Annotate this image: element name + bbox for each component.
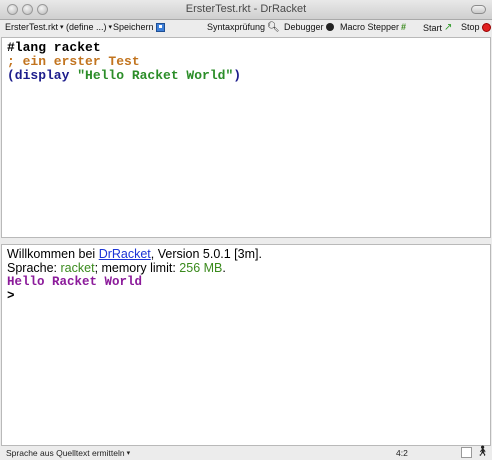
code-comment: ; ein erster Test	[7, 54, 140, 69]
file-menu-label: ErsterTest.rkt	[5, 22, 59, 32]
window-title: ErsterTest.rkt - DrRacket	[185, 3, 307, 15]
check-syntax-label: Syntaxprüfung	[207, 22, 266, 32]
interactions-pane[interactable]: Willkommen bei DrRacket, Version 5.0.1 […	[1, 244, 491, 446]
chevron-down-icon: ▾	[126, 450, 131, 457]
stop-button[interactable]: Stop	[461, 22, 491, 32]
debugger-label: Debugger	[284, 22, 324, 32]
define-menu-button[interactable]: (define ...) ▾	[66, 22, 112, 32]
chevron-down-icon: ▾	[60, 24, 64, 31]
run-button[interactable]: Start ↗	[423, 22, 452, 33]
toolbar: ErsterTest.rkt ▾ (define ...) ▾ Speicher…	[0, 20, 492, 37]
save-label: Speichern	[113, 22, 154, 32]
welcome-prefix: Willkommen bei	[7, 247, 99, 261]
version-text: , Version 5.0.1 [3m].	[150, 247, 262, 261]
macro-stepper-button[interactable]: Macro Stepper #	[340, 22, 406, 32]
title-bar: ErsterTest.rkt - DrRacket	[0, 0, 492, 20]
disk-icon	[155, 22, 165, 32]
code-string: "Hello Racket World"	[77, 68, 234, 83]
cursor-position: 4:2	[396, 448, 408, 458]
memory-limit-value: 256 MB	[179, 261, 223, 275]
code-line: (display "Hello Racket World")	[7, 69, 490, 83]
lang-directive: #lang racket	[7, 40, 101, 55]
code-expression: (display	[7, 68, 78, 83]
running-figure-icon: 🚶︎	[476, 446, 489, 457]
code-line: #lang racket	[7, 41, 490, 55]
runner-icon: ↗	[444, 22, 453, 33]
magnifier-icon: 🔍︎	[267, 21, 280, 33]
program-output: Hello Racket World	[7, 275, 143, 289]
language-value: racket	[60, 261, 95, 275]
chevron-down-icon: ▾	[108, 24, 113, 31]
code-close-paren: )	[233, 68, 242, 83]
stop-label: Stop	[461, 22, 480, 32]
repl-prompt[interactable]: >	[7, 289, 490, 303]
macro-stepper-label: Macro Stepper	[340, 22, 400, 32]
language-info: Sprache: racket; memory limit: 256 MB.	[7, 261, 490, 275]
define-menu-label: (define ...)	[66, 22, 107, 32]
check-syntax-button[interactable]: Syntaxprüfung 🔍︎	[207, 22, 280, 32]
welcome-message: Willkommen bei DrRacket, Version 5.0.1 […	[7, 247, 490, 261]
language-selector-label: Sprache aus Quelltext ermitteln	[6, 448, 125, 458]
macro-stepper-icon: #	[401, 22, 407, 32]
debugger-button[interactable]: Debugger	[284, 22, 334, 32]
file-menu-button[interactable]: ErsterTest.rkt ▾	[5, 22, 64, 32]
status-indicator-box	[461, 447, 472, 458]
language-line-end: .	[222, 261, 226, 275]
save-button[interactable]: Speichern	[113, 22, 165, 32]
bug-icon	[325, 23, 334, 31]
code-line: ; ein erster Test	[7, 55, 490, 69]
language-selector[interactable]: Sprache aus Quelltext ermitteln ▾	[6, 448, 130, 458]
drracket-window: ErsterTest.rkt - DrRacket ErsterTest.rkt…	[0, 0, 492, 460]
memory-prefix: ; memory limit:	[94, 261, 180, 275]
drracket-link[interactable]: DrRacket	[99, 247, 151, 261]
language-prefix: Sprache:	[7, 261, 61, 275]
status-bar: Sprache aus Quelltext ermitteln ▾ 4:2 🚶︎	[0, 446, 492, 460]
stop-icon	[481, 22, 491, 32]
definitions-editor[interactable]: #lang racket ; ein erster Test (display …	[1, 37, 491, 238]
toolbar-toggle-button[interactable]	[471, 5, 486, 14]
run-label: Start	[423, 22, 443, 33]
